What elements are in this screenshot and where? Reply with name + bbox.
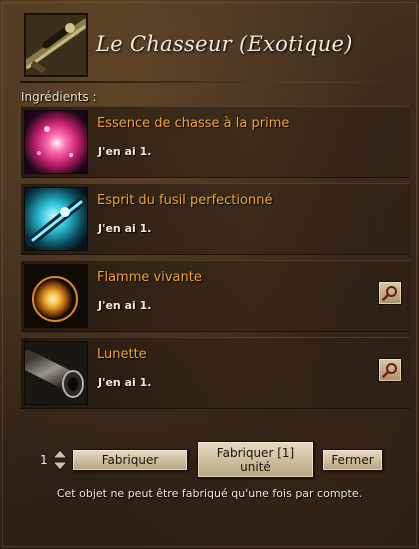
ingredient-owned: J'en ai 1. bbox=[98, 222, 152, 235]
ingredient-owned: J'en ai 1. bbox=[98, 145, 152, 158]
scope-icon bbox=[24, 341, 88, 405]
rifle-spirit-icon bbox=[24, 187, 88, 251]
recipe-title: Le Chasseur (Exotique) bbox=[96, 32, 353, 56]
quantity-stepper[interactable] bbox=[51, 449, 69, 471]
chevron-up-icon[interactable] bbox=[51, 449, 69, 459]
close-button[interactable]: Fermer bbox=[322, 449, 383, 471]
recipe-header: Le Chasseur (Exotique) bbox=[24, 13, 404, 77]
ingredient-row-rifle-spirit[interactable]: Esprit du fusil perfectionné J'en ai 1. bbox=[21, 183, 410, 255]
craft-one-button[interactable]: Fabriquer [1] unité bbox=[197, 441, 314, 478]
ingredient-name: Essence de chasse à la prime bbox=[97, 116, 290, 131]
ingredient-owned: J'en ai 1. bbox=[98, 376, 152, 389]
ingredient-owned: J'en ai 1. bbox=[98, 299, 152, 312]
magnifier-icon bbox=[382, 363, 397, 378]
magnifier-icon bbox=[382, 286, 397, 301]
ingredients-label: Ingrédients : bbox=[21, 90, 97, 104]
rifle-icon bbox=[24, 13, 88, 77]
chevron-down-icon[interactable] bbox=[51, 461, 69, 471]
living-flame-icon bbox=[24, 264, 88, 328]
ingredient-name: Lunette bbox=[97, 347, 147, 362]
craft-limit-notice: Cet objet ne peut être fabriqué qu'une f… bbox=[56, 487, 363, 500]
ingredient-row-scope[interactable]: Lunette J'en ai 1. bbox=[21, 337, 410, 409]
bounty-essence-icon bbox=[24, 110, 88, 174]
quantity-value: 1 bbox=[40, 453, 48, 467]
craft-button[interactable]: Fabriquer bbox=[72, 449, 188, 471]
ingredient-name: Esprit du fusil perfectionné bbox=[97, 193, 273, 208]
header-divider bbox=[20, 81, 410, 83]
search-button[interactable] bbox=[378, 281, 402, 305]
ingredient-name: Flamme vivante bbox=[97, 270, 202, 285]
ingredient-row-essence[interactable]: Essence de chasse à la prime J'en ai 1. bbox=[21, 106, 410, 178]
search-button[interactable] bbox=[378, 358, 402, 382]
ingredient-row-living-flame[interactable]: Flamme vivante J'en ai 1. bbox=[21, 260, 410, 332]
